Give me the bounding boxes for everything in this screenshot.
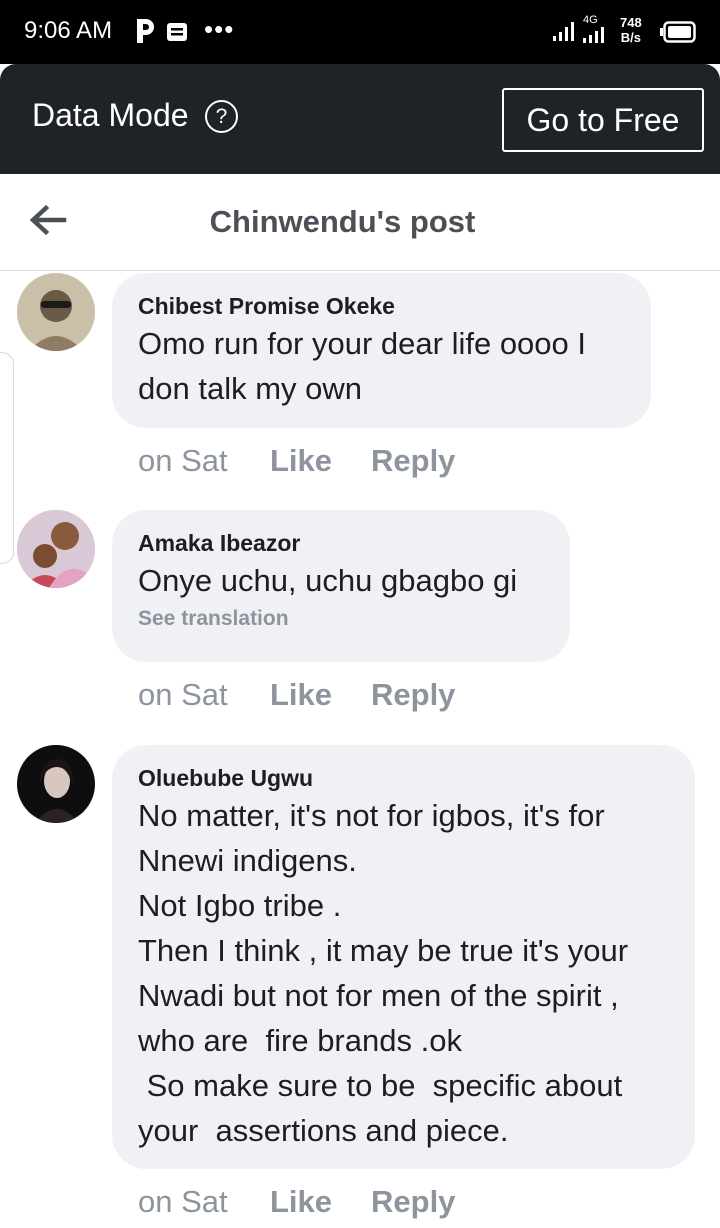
side-drawer-handle[interactable]	[0, 352, 14, 564]
signal-icon	[583, 27, 604, 43]
page-title: Chinwendu's post	[209, 204, 476, 239]
go-to-free-button[interactable]: Go to Free	[502, 88, 704, 152]
avatar[interactable]	[17, 745, 95, 823]
comment-time[interactable]: on Sat	[138, 677, 270, 713]
like-button[interactable]: Like	[270, 677, 371, 713]
reply-button[interactable]: Reply	[371, 677, 455, 713]
pocket-icon	[137, 19, 154, 43]
like-button[interactable]: Like	[270, 1184, 371, 1220]
reply-button[interactable]: Reply	[371, 443, 455, 479]
reply-button[interactable]: Reply	[371, 1184, 455, 1220]
commenter-name[interactable]: Chibest Promise Okeke	[138, 291, 625, 321]
avatar[interactable]	[17, 510, 95, 588]
comment-bubble[interactable]: Oluebube Ugwu No matter, it's not for ig…	[112, 745, 695, 1169]
see-translation-link[interactable]: See translation	[138, 607, 544, 631]
comment-actions: on Sat Like Reply	[138, 677, 455, 713]
avatar-image	[17, 273, 95, 351]
message-icon	[167, 23, 187, 41]
comment-bubble[interactable]: Chibest Promise Okeke Omo run for your d…	[112, 273, 651, 428]
speed-unit: B/s	[620, 30, 641, 45]
data-mode-label: Data Mode	[32, 97, 189, 133]
comment-text: No matter, it's not for igbos, it's for …	[138, 798, 629, 1148]
comment-actions: on Sat Like Reply	[138, 1184, 455, 1220]
post-header: Chinwendu's post	[0, 174, 720, 271]
signal-icon	[553, 22, 574, 41]
avatar-image	[17, 510, 95, 588]
more-dots-icon: •••	[204, 14, 235, 44]
avatar-image	[17, 745, 95, 823]
like-button[interactable]: Like	[270, 443, 371, 479]
comment-bubble[interactable]: Amaka Ibeazor Onye uchu, uchu gbagbo gi …	[112, 510, 570, 662]
status-time: 9:06 AM	[24, 17, 113, 44]
comment-actions: on Sat Like Reply	[138, 443, 455, 479]
comment-text: Omo run for your dear life oooo I don ta…	[138, 326, 587, 406]
data-mode-bar: Data Mode ? Go to Free	[0, 64, 720, 174]
network-type: 4G	[583, 14, 598, 26]
battery-icon	[660, 21, 696, 43]
network-speed: 748 B/s	[620, 15, 642, 45]
comment-time[interactable]: on Sat	[138, 1184, 270, 1220]
speed-value: 748	[620, 15, 642, 30]
avatar[interactable]	[17, 273, 95, 351]
commenter-name[interactable]: Amaka Ibeazor	[138, 528, 544, 558]
comment-text: Onye uchu, uchu gbagbo gi	[138, 563, 518, 598]
status-bar: 9:06 AM ••• 4G 748 B/s	[0, 0, 720, 64]
help-icon[interactable]: ?	[205, 100, 238, 133]
comment-time[interactable]: on Sat	[138, 443, 270, 479]
commenter-name[interactable]: Oluebube Ugwu	[138, 763, 669, 793]
